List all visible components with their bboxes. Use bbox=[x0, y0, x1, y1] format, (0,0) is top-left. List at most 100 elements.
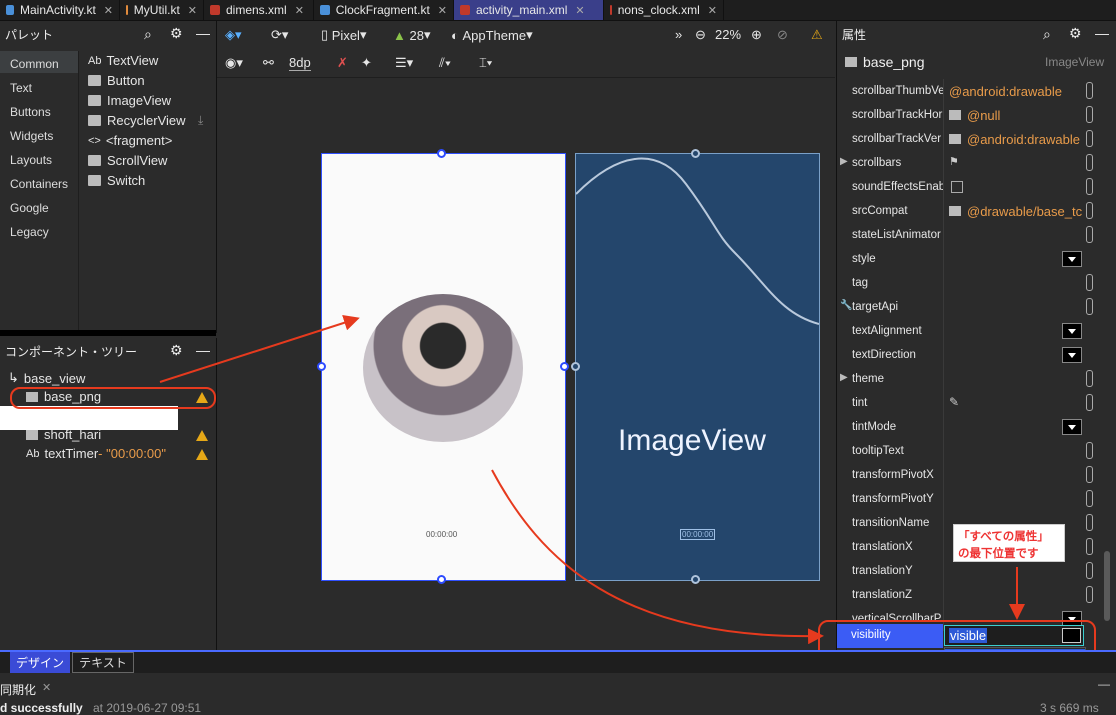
category-common[interactable]: Common bbox=[10, 57, 59, 71]
chevron-down-icon[interactable] bbox=[1062, 347, 1082, 363]
checkbox[interactable] bbox=[951, 181, 963, 193]
close-icon[interactable]: ✕ bbox=[42, 681, 51, 694]
device-dropdown[interactable]: ▯ Pixel ▾ bbox=[321, 27, 366, 43]
attr-value[interactable]: @null bbox=[967, 108, 1085, 123]
category-buttons[interactable]: Buttons bbox=[10, 105, 51, 119]
attr-row[interactable]: transformPivotX bbox=[837, 463, 1093, 487]
orientation-icon[interactable]: ⟳▾ bbox=[271, 27, 288, 43]
tab-text[interactable]: テキスト bbox=[72, 652, 134, 673]
search-icon[interactable]: ⌕ bbox=[144, 26, 152, 43]
attr-value[interactable]: @android:drawable bbox=[949, 84, 1067, 99]
category-widgets[interactable]: Widgets bbox=[10, 129, 53, 143]
palette-item[interactable]: ScrollView bbox=[88, 153, 167, 168]
resource-picker-icon[interactable] bbox=[1086, 202, 1093, 219]
palette-item[interactable]: <> <fragment> bbox=[88, 133, 172, 148]
eyedropper-icon[interactable]: ✎ bbox=[949, 395, 959, 409]
category-text[interactable]: Text bbox=[10, 81, 32, 95]
tab-5[interactable]: nons_clock.xml ✕ bbox=[604, 0, 724, 20]
resource-picker-icon[interactable] bbox=[1086, 130, 1093, 147]
image-icon[interactable] bbox=[949, 110, 961, 120]
expand-icon[interactable]: ▶ bbox=[840, 156, 848, 167]
resource-picker-icon[interactable] bbox=[1086, 538, 1093, 555]
palette-item[interactable]: RecyclerView bbox=[88, 113, 186, 128]
tab-1[interactable]: MyUtil.kt ✕ bbox=[120, 0, 204, 20]
autoconnect-icon[interactable]: ⚯ bbox=[263, 55, 274, 71]
attr-row[interactable]: translationZ bbox=[837, 583, 1093, 607]
chevron-down-icon[interactable] bbox=[1062, 323, 1082, 339]
attr-row[interactable]: scrollbarTrackVer @android:drawable bbox=[837, 127, 1093, 151]
infer-constraints-icon[interactable]: ✦ bbox=[361, 55, 372, 71]
attr-row[interactable]: srcCompat @drawable/base_tc bbox=[837, 199, 1093, 223]
resize-handle[interactable] bbox=[691, 149, 700, 158]
resize-handle[interactable] bbox=[571, 362, 580, 371]
warning-icon[interactable] bbox=[196, 430, 208, 441]
gear-icon[interactable]: ⚙ bbox=[1069, 25, 1082, 42]
resource-picker-icon[interactable] bbox=[1086, 466, 1093, 483]
overflow-icon[interactable]: » bbox=[675, 27, 682, 42]
attr-row[interactable]: ▶ theme bbox=[837, 367, 1093, 391]
resource-picker-icon[interactable] bbox=[1086, 154, 1093, 171]
api-dropdown[interactable]: ▲ 28 ▾ bbox=[393, 27, 431, 43]
tree-row[interactable]: ↳ base_view bbox=[8, 370, 85, 386]
resize-handle[interactable] bbox=[317, 362, 326, 371]
attr-row[interactable]: style bbox=[837, 247, 1093, 271]
warning-icon[interactable] bbox=[196, 449, 208, 460]
close-icon[interactable]: ✕ bbox=[438, 4, 447, 17]
chevron-down-icon[interactable] bbox=[1062, 251, 1082, 267]
tab-3[interactable]: ClockFragment.kt ✕ bbox=[314, 0, 454, 20]
resource-picker-icon[interactable] bbox=[1086, 370, 1093, 387]
resource-picker-icon[interactable] bbox=[1086, 394, 1093, 411]
align-icon[interactable]: ⫽▾ bbox=[439, 55, 451, 71]
close-icon[interactable]: ✕ bbox=[295, 4, 304, 17]
palette-item[interactable]: ImageView bbox=[88, 93, 171, 108]
tab-2[interactable]: dimens.xml ✕ bbox=[204, 0, 314, 20]
tree-row[interactable]: Ab textTimer - "00:00:00" bbox=[26, 446, 166, 461]
resource-picker-icon[interactable] bbox=[1086, 586, 1093, 603]
wrench-icon[interactable]: 🔧 bbox=[840, 300, 852, 311]
attr-value[interactable]: @android:drawable bbox=[967, 132, 1085, 147]
gear-icon[interactable]: ⚙ bbox=[170, 342, 183, 359]
close-icon[interactable]: ✕ bbox=[708, 4, 717, 17]
resource-picker-icon[interactable] bbox=[1086, 442, 1093, 459]
attr-row[interactable]: tag bbox=[837, 271, 1093, 295]
guidelines-icon[interactable]: ⌶▾ bbox=[479, 55, 492, 71]
attr-row[interactable]: scrollbarThumbVe @android:drawable bbox=[837, 79, 1093, 103]
download-icon[interactable]: ⤓ bbox=[198, 113, 203, 128]
zoom-in-icon[interactable]: ⊕ bbox=[751, 27, 762, 43]
minimize-icon[interactable]: — bbox=[196, 25, 210, 41]
minimize-icon[interactable]: — bbox=[196, 342, 210, 358]
default-margin[interactable]: 8dp bbox=[289, 55, 311, 71]
resource-picker-icon[interactable] bbox=[1086, 298, 1093, 315]
resource-picker-icon[interactable] bbox=[1086, 514, 1093, 531]
attr-row[interactable]: translationY bbox=[837, 559, 1093, 583]
resource-picker-icon[interactable] bbox=[1086, 178, 1093, 195]
minimize-icon[interactable]: — bbox=[1098, 677, 1110, 691]
attr-row[interactable]: 🔧 targetApi bbox=[837, 295, 1093, 319]
resize-handle[interactable] bbox=[437, 149, 446, 158]
design-preview[interactable]: 00:00:00 bbox=[317, 149, 569, 584]
portrait-image[interactable] bbox=[363, 294, 523, 442]
resource-picker-icon[interactable] bbox=[1086, 274, 1093, 291]
category-containers[interactable]: Containers bbox=[10, 177, 68, 191]
resize-handle[interactable] bbox=[437, 575, 446, 584]
close-icon[interactable]: ✕ bbox=[575, 4, 584, 17]
tab-design[interactable]: デザイン bbox=[10, 652, 70, 673]
resize-handle[interactable] bbox=[691, 575, 700, 584]
scrollbar-thumb[interactable] bbox=[1104, 551, 1110, 621]
resource-picker-icon[interactable] bbox=[1086, 106, 1093, 123]
eye-icon[interactable]: ◉▾ bbox=[225, 55, 243, 71]
close-icon[interactable]: ✕ bbox=[104, 4, 113, 17]
blueprint-preview[interactable]: ImageView 00:00:00 bbox=[571, 149, 820, 584]
flag-icon[interactable]: ⚑ bbox=[949, 155, 959, 168]
attr-row[interactable]: transformPivotY bbox=[837, 487, 1093, 511]
attr-value[interactable]: @drawable/base_tc bbox=[967, 204, 1085, 219]
clear-constraints-icon[interactable]: ✗ bbox=[337, 55, 348, 71]
close-icon[interactable]: ✕ bbox=[188, 4, 197, 17]
pack-icon[interactable]: ☰▾ bbox=[395, 55, 413, 71]
category-legacy[interactable]: Legacy bbox=[10, 225, 49, 239]
image-icon[interactable] bbox=[949, 134, 961, 144]
expand-icon[interactable]: ▶ bbox=[840, 372, 848, 383]
resize-handle[interactable] bbox=[560, 362, 569, 371]
attr-row[interactable]: ▶ scrollbars ⚑ bbox=[837, 151, 1093, 175]
zoom-fit-icon[interactable]: ⊘ bbox=[777, 27, 788, 43]
